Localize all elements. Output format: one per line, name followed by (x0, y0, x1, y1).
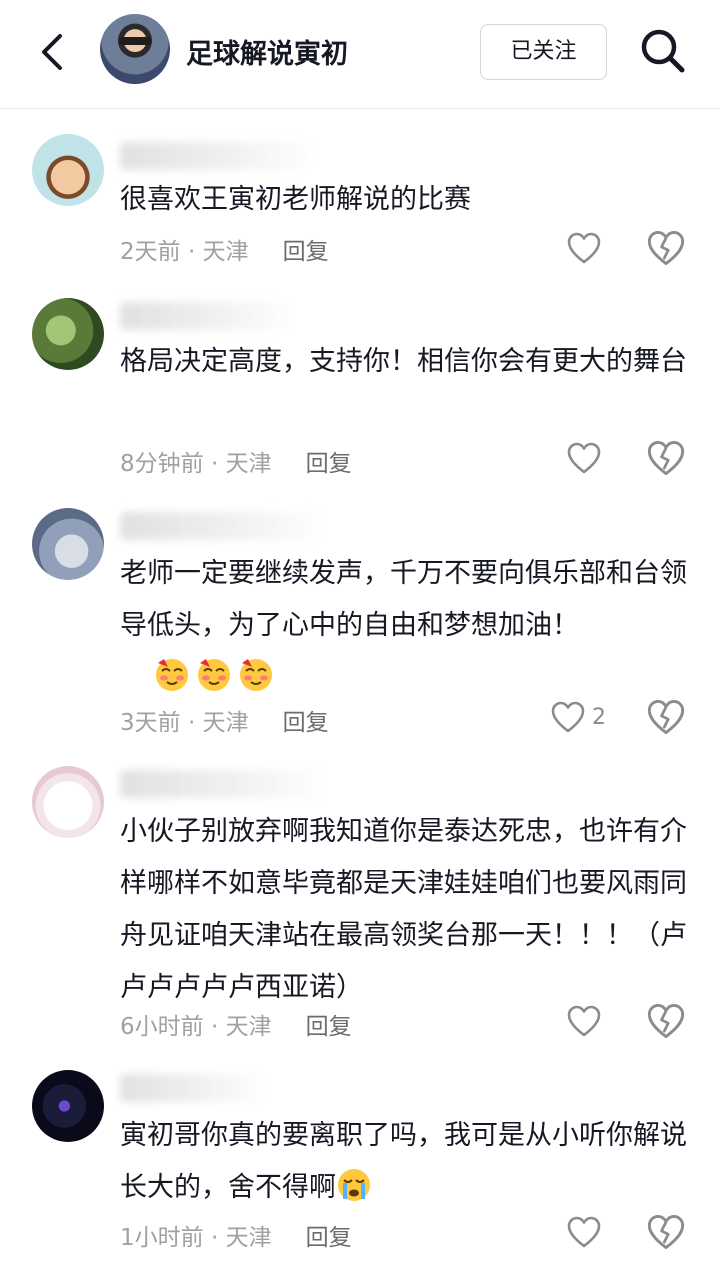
reply-button[interactable]: 回复 (306, 451, 352, 477)
broken-heart-icon[interactable] (646, 697, 686, 737)
commenter-avatar[interactable] (32, 508, 104, 580)
comment-meta: 1小时前 · 天津 回复 (120, 1218, 352, 1252)
commenter-avatar[interactable] (32, 1070, 104, 1142)
blush-emoji (240, 659, 273, 691)
comment-text: 很喜欢王寅初老师解说的比赛 (120, 184, 471, 215)
comment-text: 格局决定高度，支持你！相信你会有更大的舞台 (120, 346, 687, 377)
comment-text: 小伙子别放弃啊我知道你是泰达死忠，也许有介样哪样不如意毕竟都是天津娃娃咱们也要风… (120, 816, 687, 1003)
comment-text-body: 老师一定要继续发声，千万不要向俱乐部和台领导低头，为了心中的自由和梦想加油！ (120, 558, 687, 641)
comment-time-location: 2天前 · 天津 (120, 239, 249, 265)
comment-time-location: 6小时前 · 天津 (120, 1014, 272, 1040)
emoji-group (120, 659, 280, 693)
like-button[interactable] (566, 1001, 608, 1041)
like-button[interactable]: 2 (550, 697, 606, 737)
blush-emoji (198, 659, 231, 691)
commenter-avatar[interactable] (32, 134, 104, 206)
profile-name[interactable]: 足球解说寅初 (186, 32, 348, 71)
commenter-avatar[interactable] (32, 298, 104, 370)
commenter-name-blurred[interactable] (120, 512, 320, 540)
crying-emoji (338, 1169, 370, 1201)
heart-icon (567, 232, 601, 264)
like-count: 2 (592, 704, 606, 730)
comment-text: 老师一定要继续发声，千万不要向俱乐部和台领导低头，为了心中的自由和梦想加油！ (120, 548, 695, 704)
top-bar: 足球解说寅初 已关注 (0, 0, 719, 109)
comment-text: 寅初哥你真的要离职了吗，我可是从小听你解说长大的，舍不得啊 (120, 1110, 695, 1214)
heart-icon (551, 701, 585, 733)
commenter-name-blurred[interactable] (120, 302, 290, 330)
like-button[interactable] (566, 438, 608, 478)
broken-heart-icon[interactable] (646, 438, 686, 478)
commenter-name-blurred[interactable] (120, 770, 320, 798)
heart-icon (567, 442, 601, 474)
broken-heart-icon[interactable] (646, 228, 686, 268)
commenter-avatar[interactable] (32, 766, 104, 838)
broken-heart-icon[interactable] (646, 1001, 686, 1041)
reply-button[interactable]: 回复 (283, 710, 329, 736)
heart-icon (567, 1005, 601, 1037)
comment-time-location: 8分钟前 · 天津 (120, 451, 272, 477)
blush-emoji (156, 659, 189, 691)
reply-button[interactable]: 回复 (283, 239, 329, 265)
like-button[interactable] (566, 1212, 608, 1252)
heart-icon (567, 1216, 601, 1248)
back-arrow-icon[interactable] (34, 30, 74, 74)
profile-avatar[interactable] (100, 14, 170, 84)
comment-text-body: 寅初哥你真的要离职了吗，我可是从小听你解说长大的，舍不得啊 (120, 1120, 687, 1203)
like-button[interactable] (566, 228, 608, 268)
comment-meta: 2天前 · 天津 回复 (120, 232, 329, 266)
broken-heart-icon[interactable] (646, 1212, 686, 1252)
followed-button[interactable]: 已关注 (480, 24, 607, 80)
comment-time-location: 3天前 · 天津 (120, 710, 249, 736)
search-icon[interactable] (638, 26, 688, 76)
comment-meta: 3天前 · 天津 回复 (120, 703, 329, 737)
comment-time-location: 1小时前 · 天津 (120, 1225, 272, 1251)
commenter-name-blurred[interactable] (120, 1074, 260, 1102)
comment-meta: 6小时前 · 天津 回复 (120, 1007, 352, 1041)
reply-button[interactable]: 回复 (306, 1014, 352, 1040)
commenter-name-blurred[interactable] (120, 142, 310, 170)
reply-button[interactable]: 回复 (306, 1225, 352, 1251)
comment-meta: 8分钟前 · 天津 回复 (120, 444, 352, 478)
